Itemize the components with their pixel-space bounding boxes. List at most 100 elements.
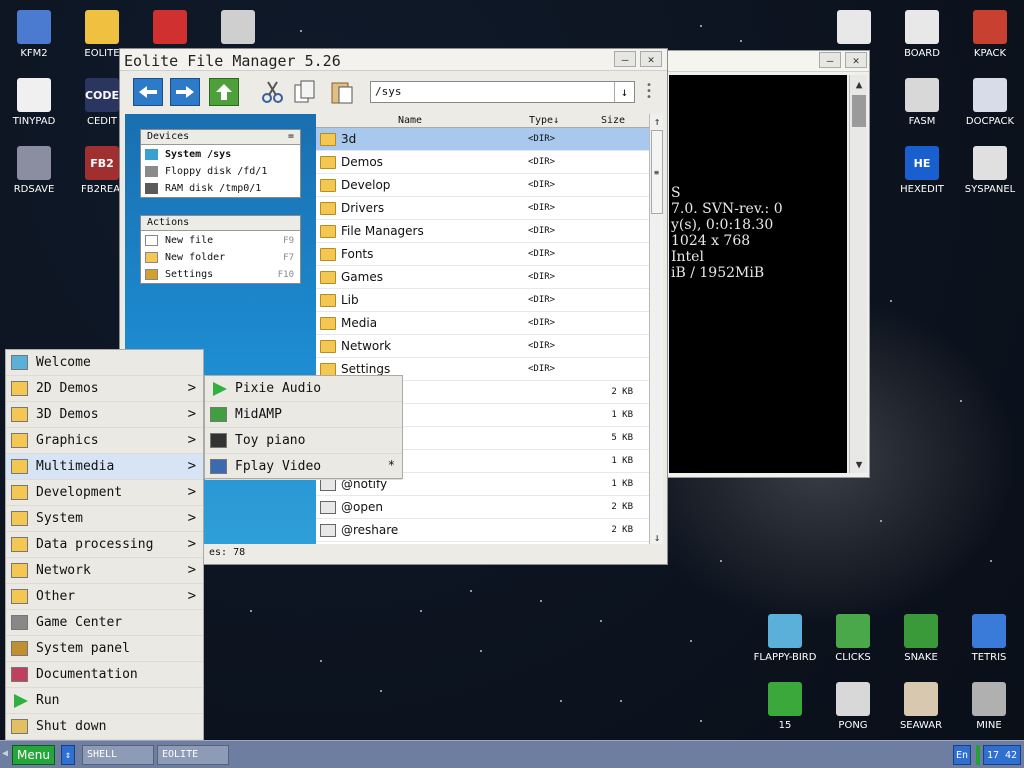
shell-titlebar[interactable]: – ✕	[667, 51, 869, 72]
menu-item-graphics[interactable]: Graphics >	[6, 428, 203, 454]
piano-icon	[210, 433, 227, 448]
shell-window[interactable]: – ✕ S 7.0. SVN-rev.: 0 y(s), 0:0:18.30 1024…	[666, 50, 870, 478]
menu-item-documentation[interactable]: Documentation	[6, 662, 203, 688]
desktop-icon[interactable]: PONG	[819, 682, 887, 731]
menu-item-multimedia[interactable]: Multimedia >	[6, 454, 203, 480]
menu-item-shut-down[interactable]: Shut down	[6, 714, 203, 740]
menu-item-welcome[interactable]: Welcome	[6, 350, 203, 376]
file-row[interactable]: Develop <DIR>	[316, 174, 663, 197]
folder-icon	[85, 10, 119, 44]
desktop-icon[interactable]: MINE	[955, 682, 1023, 731]
paste-button[interactable]	[327, 78, 357, 106]
column-size[interactable]: Size	[601, 115, 625, 126]
file-row[interactable]: Games <DIR>	[316, 266, 663, 289]
menu-item-game-center[interactable]: Game Center	[6, 610, 203, 636]
wrench-icon	[973, 10, 1007, 44]
file-row[interactable]: Media <DIR>	[316, 312, 663, 335]
shell-scrollbar[interactable]: ▲ ▼	[849, 75, 867, 473]
file-row[interactable]: Network <DIR>	[316, 335, 663, 358]
close-button[interactable]: ✕	[845, 52, 867, 68]
scroll-down-icon[interactable]: ▼	[850, 455, 868, 473]
path-input[interactable]: /sys ↓	[370, 81, 635, 103]
action-item[interactable]: New file F9	[141, 231, 300, 248]
scroll-thumb[interactable]	[851, 95, 866, 127]
menu-item-other[interactable]: Other >	[6, 584, 203, 610]
menu-item-development[interactable]: Development >	[6, 480, 203, 506]
file-row[interactable]: Fonts <DIR>	[316, 243, 663, 266]
device-item[interactable]: System /sys	[141, 145, 300, 162]
desktop-icon[interactable]: KFM2	[0, 10, 68, 59]
file-row[interactable]: @reshare 2 KB	[316, 519, 663, 542]
desktop-icon[interactable]: SNAKE	[887, 614, 955, 663]
clock[interactable]: 17 42	[983, 745, 1021, 765]
action-item[interactable]: Settings F10	[141, 265, 300, 282]
minimize-button[interactable]: –	[614, 51, 636, 67]
copy-button[interactable]	[290, 78, 320, 106]
task-shell[interactable]: SHELL	[82, 745, 154, 765]
close-button[interactable]: ✕	[640, 51, 662, 67]
switch-icon[interactable]: ⇕	[61, 745, 75, 765]
desktop-icon[interactable]: CLICKS	[819, 614, 887, 663]
menu-item-network[interactable]: Network >	[6, 558, 203, 584]
desktop-icon[interactable]: FASM	[888, 78, 956, 127]
menu-item-2d-demos[interactable]: 2D Demos >	[6, 376, 203, 402]
file-row[interactable]: Lib <DIR>	[316, 289, 663, 312]
submenu-item-toy-piano[interactable]: Toy piano	[205, 428, 402, 454]
action-item[interactable]: New folder F7	[141, 248, 300, 265]
new-file-icon	[145, 235, 158, 246]
start-menu[interactable]: Welcome 2D Demos >3D Demos > Graphics > Multim…	[5, 349, 204, 740]
scroll-up-icon[interactable]: ▲	[850, 75, 868, 93]
menu-item-system-panel[interactable]: System panel	[6, 636, 203, 662]
multimedia-submenu[interactable]: Pixie Audio MidAMP Toy piano Fplay Video *	[204, 375, 403, 480]
file-row[interactable]: File Managers <DIR>	[316, 220, 663, 243]
desktop-icon[interactable]	[204, 10, 272, 48]
menu-item-run[interactable]: Run	[6, 688, 203, 714]
menu-item-data-processing[interactable]: Data processing >	[6, 532, 203, 558]
more-icon[interactable]: • • •	[646, 81, 652, 103]
desktop-icon[interactable]: 15	[751, 682, 819, 731]
submenu-item-midamp[interactable]: MidAMP	[205, 402, 402, 428]
desktop-icon[interactable]	[820, 10, 888, 48]
menu-button[interactable]: Menu	[12, 745, 55, 765]
desktop-icon[interactable]: TINYPAD	[0, 78, 68, 127]
device-item[interactable]: RAM disk /tmp0/1	[141, 179, 300, 196]
device-item[interactable]: Floppy disk /fd/1	[141, 162, 300, 179]
language-indicator[interactable]: En	[953, 745, 971, 765]
desktop-icon[interactable]: FLAPPY-BIRD	[751, 614, 819, 663]
file-row[interactable]: Demos <DIR>	[316, 151, 663, 174]
desktop-icon[interactable]	[136, 10, 204, 48]
chevron-down-icon[interactable]: ↓	[614, 82, 634, 102]
desktop-icon[interactable]: TETRIS	[955, 614, 1023, 663]
submenu-item-fplay-video[interactable]: Fplay Video *	[205, 454, 402, 480]
desktop-icon[interactable]: HE HEXEDIT	[888, 146, 956, 195]
menu-item-3d-demos[interactable]: 3D Demos >	[6, 402, 203, 428]
fm-titlebar[interactable]: Eolite File Manager 5.26 – ✕	[120, 49, 667, 71]
minimize-button[interactable]: –	[819, 52, 841, 68]
scroll-down-icon[interactable]: ↓	[650, 530, 664, 544]
star	[880, 520, 882, 522]
file-row[interactable]: 3d <DIR>	[316, 128, 663, 151]
submenu-item-pixie-audio[interactable]: Pixie Audio	[205, 376, 402, 402]
list-scrollbar[interactable]: ↑ ≡ ↓	[649, 114, 663, 544]
scroll-thumb[interactable]: ≡	[650, 130, 663, 214]
desktop-icon[interactable]: KPACK	[956, 10, 1024, 59]
desktop-icon[interactable]: SYSPANEL	[956, 146, 1024, 195]
desktop-icon[interactable]: RDSAVE	[0, 146, 68, 195]
task-eolite[interactable]: EOLITE	[157, 745, 229, 765]
file-row[interactable]: Drivers <DIR>	[316, 197, 663, 220]
column-type[interactable]: Type↓	[529, 115, 559, 126]
back-button[interactable]	[133, 78, 163, 106]
file-row[interactable]: @open 2 KB	[316, 496, 663, 519]
left-arrow-icon[interactable]: ◀	[2, 748, 8, 759]
menu-item-system[interactable]: System >	[6, 506, 203, 532]
cut-button[interactable]	[258, 78, 288, 106]
scroll-up-icon[interactable]: ↑	[650, 114, 664, 128]
desktop-icon[interactable]: DOCPACK	[956, 78, 1024, 127]
forward-button[interactable]	[170, 78, 200, 106]
desktop-icon[interactable]: SEAWAR	[887, 682, 955, 731]
docpack-icon	[973, 78, 1007, 112]
up-button[interactable]	[209, 78, 239, 106]
shell-console[interactable]: S 7.0. SVN-rev.: 0 y(s), 0:0:18.30 1024 x 7…	[669, 75, 847, 473]
column-name[interactable]: Name	[398, 115, 422, 126]
desktop-icon[interactable]: BOARD	[888, 10, 956, 59]
